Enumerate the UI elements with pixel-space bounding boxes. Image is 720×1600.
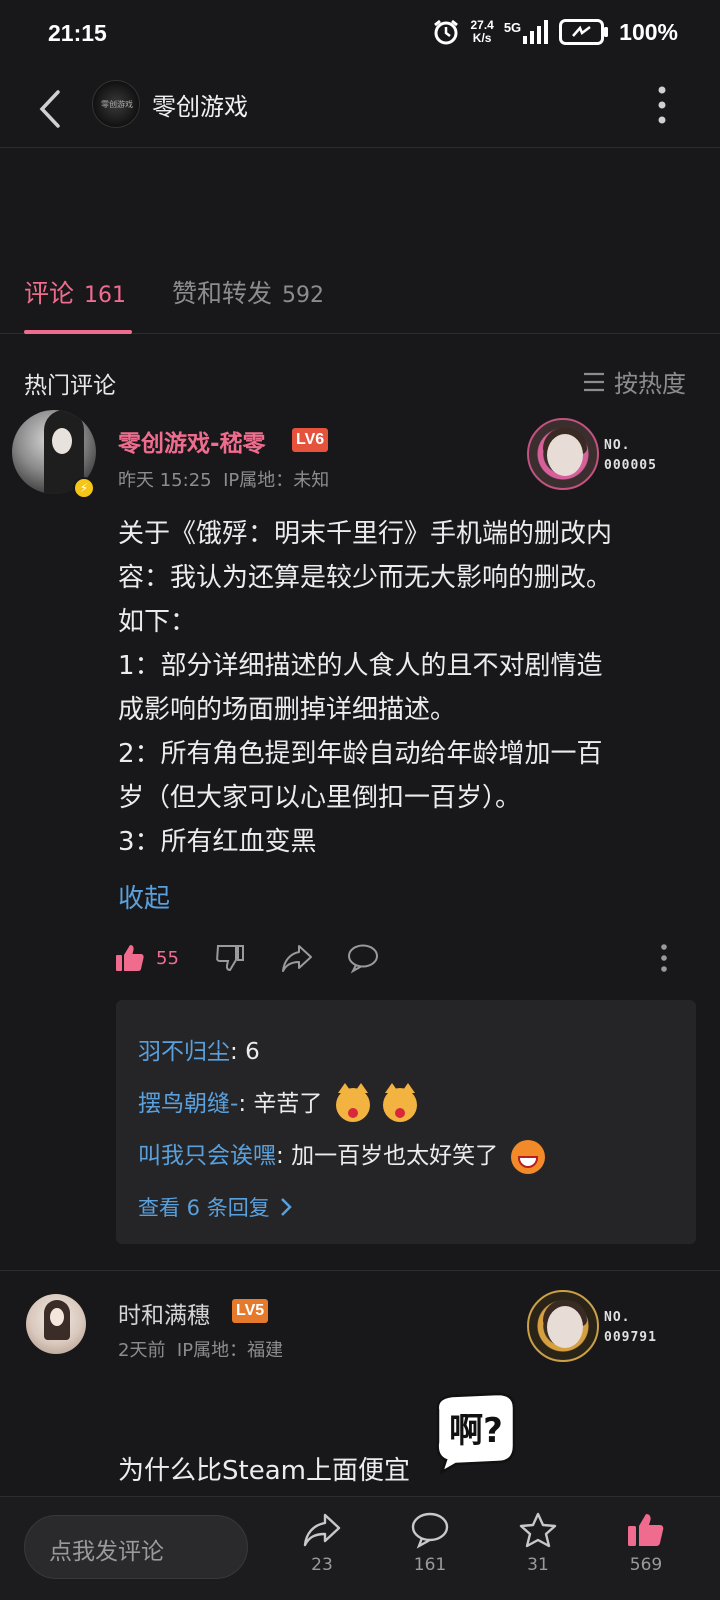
channel-avatar[interactable]: 零创游戏 xyxy=(92,80,140,128)
comment-meta: 昨天 15:25 IP属地：未知 xyxy=(118,470,330,491)
sticker-image: 啊? xyxy=(436,1392,516,1474)
comment-author[interactable]: 时和满穗 xyxy=(118,1296,210,1330)
replies-preview[interactable]: 羽不归尘: 6 摆鸟朝缝-: 辛苦了 叫我只会诶嘿: 加一百岁也太好笑了 查看 … xyxy=(116,1000,696,1244)
hot-comments-title: 热门评论 xyxy=(24,373,116,399)
fan-badge[interactable] xyxy=(527,1290,599,1362)
verified-badge-icon: ⚡ xyxy=(73,477,95,499)
sticker-text: 啊? xyxy=(449,1411,503,1451)
battery-percent: 100% xyxy=(619,18,678,45)
net-speed: 27.4 K/s xyxy=(470,18,494,45)
cat-rose-emoji-icon xyxy=(335,1082,370,1122)
user-avatar[interactable] xyxy=(26,1294,86,1354)
comment-body: 关于《饿殍：明末千里行》手机端的删改内 容：我认为还算是较少而无大影响的删改。 … xyxy=(118,519,613,857)
reply-item[interactable]: 叫我只会诶嘿: 加一百岁也太好笑了 xyxy=(138,1136,546,1174)
reply-author[interactable]: 摆鸟朝缝- xyxy=(138,1091,238,1117)
level-badge: LV6 xyxy=(292,428,329,452)
chevron-left-icon xyxy=(39,90,60,128)
status-icons: 27.4 K/s 5G 100% xyxy=(432,18,678,46)
dislike-button[interactable] xyxy=(214,942,246,974)
comment-actions: 55 xyxy=(116,942,698,982)
chevron-right-icon xyxy=(280,1198,292,1216)
reply-button[interactable] xyxy=(346,942,380,974)
thumbs-up-icon xyxy=(116,945,144,971)
comment-author[interactable]: 零创游戏-嵇零 xyxy=(118,424,266,458)
thumbs-down-icon xyxy=(216,945,244,972)
collapse-link[interactable]: 收起 xyxy=(118,878,170,915)
reply-item[interactable]: 摆鸟朝缝-: 辛苦了 xyxy=(138,1082,417,1122)
view-all-replies-link[interactable]: 查看 6 条回复 xyxy=(138,1192,294,1222)
reply-item[interactable]: 羽不归尘: 6 xyxy=(138,1032,260,1066)
like-button[interactable]: 55 xyxy=(114,942,179,974)
signal-icon: 5G xyxy=(504,20,549,44)
channel-title[interactable]: 零创游戏 xyxy=(152,87,248,122)
status-time: 21:15 xyxy=(48,20,107,46)
tab-comments[interactable]: 评论 161 xyxy=(24,274,126,310)
fan-badge[interactable] xyxy=(527,418,599,490)
thumbs-up-icon xyxy=(628,1514,664,1546)
comment-divider xyxy=(0,1270,720,1271)
back-button[interactable] xyxy=(30,84,70,134)
alarm-icon xyxy=(434,19,459,45)
star-icon xyxy=(519,1512,557,1548)
more-options-button[interactable] xyxy=(652,84,672,126)
fan-number: NO. 000005 xyxy=(604,438,657,473)
comment-meta: 2天前 IP属地：福建 xyxy=(118,1340,284,1361)
comment-bubble-icon xyxy=(348,944,378,974)
top-header: 零创游戏 零创游戏 xyxy=(0,70,720,148)
favorite-button[interactable]: 31 xyxy=(498,1511,578,1575)
share-icon xyxy=(303,1513,341,1547)
reply-author[interactable]: 羽不归尘 xyxy=(138,1039,230,1065)
more-vertical-icon xyxy=(661,944,667,972)
share-comment-button[interactable] xyxy=(280,942,314,974)
sort-button[interactable]: 按热度 xyxy=(582,364,686,399)
tab-likes-reposts[interactable]: 赞和转发 592 xyxy=(172,274,324,310)
more-vertical-icon xyxy=(658,86,666,124)
fan-number: NO. 009791 xyxy=(604,1310,657,1345)
like-button[interactable]: 569 xyxy=(606,1511,686,1575)
comment-body: 为什么比Steam上面便宜 xyxy=(118,1456,410,1486)
menu-lines-icon xyxy=(584,372,604,391)
reply-author[interactable]: 叫我只会诶嘿 xyxy=(138,1143,276,1169)
comment-bubble-icon xyxy=(411,1512,449,1549)
battery-icon xyxy=(559,19,609,45)
share-icon xyxy=(282,945,312,972)
active-tab-indicator xyxy=(24,330,132,334)
comment-input[interactable]: 点我发评论 xyxy=(24,1515,248,1579)
share-button[interactable]: 23 xyxy=(282,1511,362,1575)
status-bar: 21:15 27.4 K/s 5G 100% xyxy=(0,0,720,70)
comment-more-button[interactable] xyxy=(656,942,672,974)
laughing-emoji-icon xyxy=(511,1139,546,1174)
bottom-action-bar: 点我发评论 23 161 31 569 xyxy=(0,1496,720,1600)
level-badge: LV5 xyxy=(232,1299,269,1323)
comment-tabs: 评论 161 赞和转发 592 xyxy=(0,270,720,334)
cat-rose-emoji-icon xyxy=(383,1082,417,1122)
comment-button[interactable]: 161 xyxy=(390,1511,470,1575)
